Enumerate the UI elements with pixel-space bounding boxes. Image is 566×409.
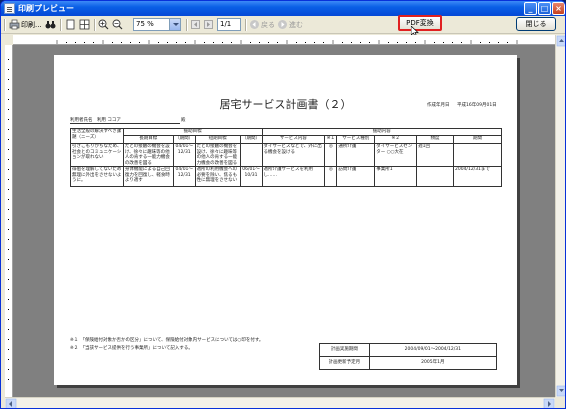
mark1-cell: ◎ <box>324 166 338 187</box>
table-subheader-row: 長期目標 （期間） 短期目標 （期間） サービス内容 ※１ サービス種別 ※２ … <box>71 135 503 144</box>
print-button[interactable]: 印刷... <box>21 18 42 32</box>
forward-arrow-icon[interactable] <box>277 19 288 30</box>
document-page: 居宅サービス計画書（２） 作成年月日 平成16年09月01日 利用者氏名 利用 … <box>54 55 517 385</box>
table-header-row: 生活全般の解決すべき課題（ニーズ） 援助目標 援助内容 <box>70 128 503 144</box>
short-goal-header: 短期目標 <box>194 135 241 144</box>
close-button[interactable]: 閉じる <box>516 17 556 31</box>
horizontal-ruler <box>13 35 555 45</box>
plan-update-value: 2005年1月 <box>368 356 498 370</box>
plan-period-table: 計画実施期間 2004/09/01～2004/12/31 計画更新予定月 200… <box>319 343 498 370</box>
user-name-value: 利用 ココア <box>96 118 121 123</box>
plan-update-label: 計画更新予定月 <box>319 356 370 370</box>
table-row: 徘徊を理解してないため無理に外出をさせないように。 身体機能による自己回復力を回… <box>70 166 503 187</box>
mark2-cell: ダイサービスセンター ○○大在 <box>374 143 418 167</box>
created-date-value: 平成16年09月01日 <box>457 103 497 108</box>
window-app-icon <box>4 3 15 14</box>
ruler-corner <box>5 35 13 45</box>
horizontal-scrollbar[interactable] <box>5 397 555 408</box>
short-goal-cell: たとの接触の機会を設け、徐々に趣味等の他人の肯する一能力機会の改善を図る <box>194 143 241 167</box>
toolbar-separator <box>60 19 61 31</box>
plan-period-value: 2004/09/01～2004/12/31 <box>368 343 498 357</box>
long-goal-cell: 身体機能による自己回復力を回復し、軽食時より適す <box>122 166 174 187</box>
binoculars-icon[interactable] <box>45 19 56 30</box>
plan-period-row: 計画実施期間 2004/09/01～2004/12/31 <box>319 343 498 357</box>
long-goal-cell: たとの接触の機会を設け、徐々に趣味等の他人の肯する一能力機会の改善を図る <box>122 143 174 167</box>
created-date-label: 作成年月日 <box>427 103 450 108</box>
chevron-down-icon[interactable] <box>169 19 180 30</box>
period-cell: 2004/12/31まで <box>452 166 503 187</box>
short-period-cell <box>239 143 263 167</box>
period-cell <box>452 143 503 167</box>
service-type-cell: 訪問介護 <box>336 166 376 187</box>
service-content-header: サービス内容 <box>261 135 326 144</box>
back-button[interactable]: 戻る <box>261 18 275 32</box>
period-header: 期間 <box>452 135 503 144</box>
zoom-in-icon[interactable] <box>98 19 109 30</box>
zoom-out-icon[interactable] <box>112 19 123 30</box>
pdf-convert-button[interactable]: PDF変換 <box>398 15 442 31</box>
footnote-1: ※１ 「保険給付対象か否かの区分」について、保険給付対象内サービスについては○印… <box>70 338 264 343</box>
user-name-label: 利用者氏名 <box>70 118 93 123</box>
mark1-header: ※１ <box>324 135 338 144</box>
toolbar-grip <box>4 19 5 31</box>
long-period-header: （期間） <box>172 135 196 144</box>
needs-cell: 引きこもりがちなため、社会とのコミュニケーションが取れない <box>70 143 124 167</box>
title-bar[interactable]: 印刷プレビュー _ □ × <box>1 1 565 16</box>
close-window-button[interactable]: × <box>552 2 565 15</box>
table-row: 引きこもりがちなため、社会とのコミュニケーションが取れない たとの接触の機会を設… <box>70 143 503 167</box>
frequency-cell: 週1回 <box>416 143 454 167</box>
footnotes: ※１ 「保険給付対象か否かの区分」について、保険給付対象内サービスについては○印… <box>70 337 320 353</box>
vertical-scrollbar[interactable] <box>555 35 565 397</box>
service-type-header: サービス種別 <box>336 135 376 144</box>
goals-header: 援助目標 <box>122 128 263 136</box>
mark1-cell: ◎ <box>324 143 338 167</box>
toolbar-separator <box>245 19 246 31</box>
toolbar: 印刷... 75 % 1/1 戻る 進む <box>1 16 565 34</box>
zoom-select[interactable]: 75 % <box>133 18 181 31</box>
short-period-header: （期間） <box>239 135 263 144</box>
needs-cell: 徘徊を理解してないため無理に外出をさせないように。 <box>70 166 124 187</box>
forward-button[interactable]: 進む <box>289 18 303 32</box>
plan-update-row: 計画更新予定月 2005年1月 <box>319 356 498 370</box>
printer-icon[interactable] <box>9 19 20 30</box>
zoom-value: 75 % <box>136 20 154 28</box>
multi-page-icon[interactable] <box>79 19 90 30</box>
short-goal-cell: 適所の利用機会への必要を除い、焦るも性に無理をさせない <box>194 166 241 187</box>
long-period-cell: 04/01～ 12/31 <box>172 166 196 187</box>
service-content-cell: 適所介護サービスを利用し…… <box>261 166 326 187</box>
minimize-button[interactable]: _ <box>524 2 537 15</box>
vertical-ruler <box>5 45 13 397</box>
frequency-cell <box>416 166 454 187</box>
single-page-icon[interactable] <box>65 19 76 30</box>
toolbar-separator <box>94 19 95 31</box>
mark2-cell: 事業所1 <box>374 166 418 187</box>
toolbar-separator <box>186 19 187 31</box>
short-period-cell: 06/01～ 10/31 <box>239 166 263 187</box>
service-type-cell: 通所介護 <box>336 143 376 167</box>
user-name-row: 利用者氏名 利用 ココア <box>70 117 180 124</box>
service-plan-table: 生活全般の解決すべき課題（ニーズ） 援助目標 援助内容 長期目標 （期間） 短期… <box>70 128 503 187</box>
footnote-2: ※２ 「当該サービス提供を行う事業所」について記入する。 <box>70 346 193 351</box>
frequency-header: 頻度 <box>416 135 454 144</box>
print-preview-window: 印刷プレビュー _ □ × 印刷... 75 % 1/1 戻る 進む PDF変換… <box>0 0 566 409</box>
window-title: 印刷プレビュー <box>18 4 74 13</box>
page-number-input[interactable]: 1/1 <box>217 18 241 31</box>
long-goal-header: 長期目標 <box>122 135 174 144</box>
maximize-button[interactable]: □ <box>538 2 551 15</box>
needs-header: 生活全般の解決すべき課題（ニーズ） <box>70 128 124 144</box>
mark2-header: ※２ <box>374 135 418 144</box>
plan-period-label: 計画実施期間 <box>319 343 370 357</box>
service-content-cell: ダイサービスなどで、外に出る機会を設ける <box>261 143 326 167</box>
next-page-icon[interactable] <box>203 19 214 30</box>
user-name-suffix: 殿 <box>181 118 186 123</box>
long-period-cell: 04/01～ 12/31 <box>172 143 196 167</box>
previous-page-icon[interactable] <box>190 19 201 30</box>
content-header: 援助内容 <box>261 128 503 136</box>
back-arrow-icon[interactable] <box>249 19 260 30</box>
